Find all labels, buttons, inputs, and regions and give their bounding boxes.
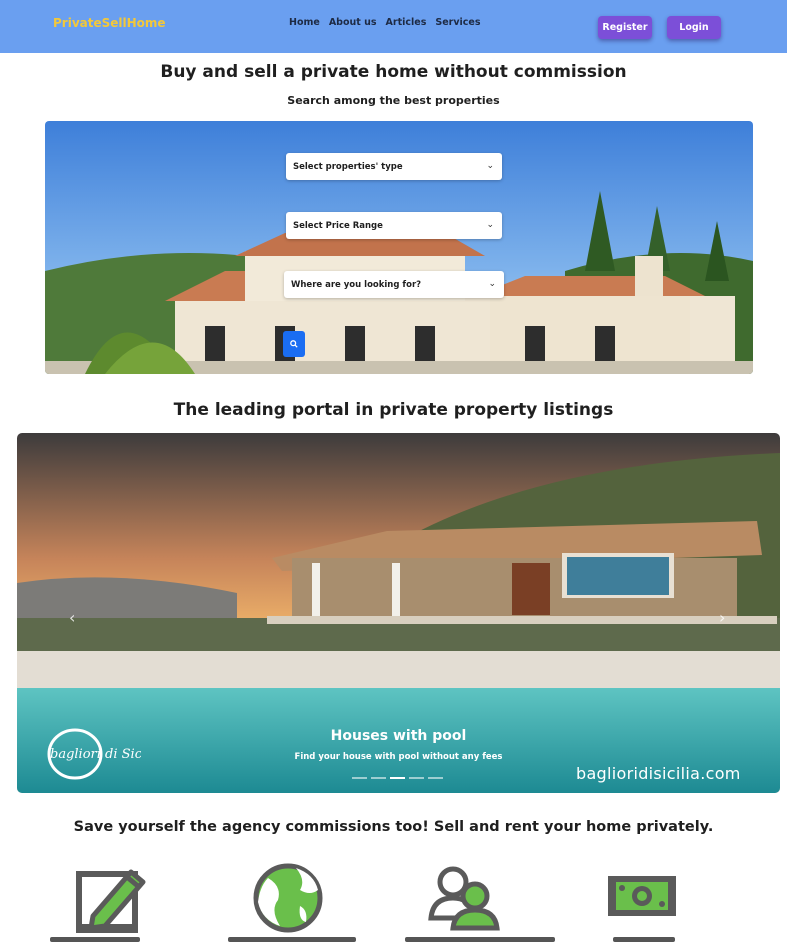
carousel-next-icon[interactable]: › <box>719 608 725 627</box>
price-range-select-label: Select Price Range <box>293 220 383 231</box>
chevron-down-icon: ⌄ <box>486 220 494 230</box>
location-select[interactable]: Where are you looking for? ⌄ <box>284 271 504 298</box>
money-icon <box>602 860 682 936</box>
carousel-indicator[interactable] <box>428 777 443 779</box>
location-select-label: Where are you looking for? <box>291 279 422 290</box>
property-type-select[interactable]: Select properties' type ⌄ <box>286 153 502 180</box>
login-button[interactable]: Login <box>667 16 721 39</box>
register-button[interactable]: Register <box>598 16 652 39</box>
portal-title: The leading portal in private property l… <box>173 400 614 420</box>
search-button[interactable] <box>283 331 305 357</box>
chevron-down-icon: ⌄ <box>488 279 496 289</box>
carousel-indicator[interactable] <box>409 777 424 779</box>
nav-services[interactable]: Services <box>435 17 480 28</box>
users-icon <box>425 860 505 936</box>
hero-search-banner: Select properties' type ⌄ Select Price R… <box>45 121 753 374</box>
feature-label <box>50 937 140 942</box>
nav-home[interactable]: Home <box>289 17 320 28</box>
listing-carousel[interactable]: ‹ › bagliori di Sicilia Houses with pool… <box>17 433 780 793</box>
page-title: Buy and sell a private home without comm… <box>160 62 627 82</box>
nav-about-us[interactable]: About us <box>329 17 377 28</box>
feature-label <box>405 937 555 942</box>
carousel-prev-icon[interactable]: ‹ <box>69 608 75 627</box>
carousel-indicator[interactable] <box>371 777 386 779</box>
carousel-caption-text: Find your house with pool without any fe… <box>294 752 503 762</box>
property-type-select-label: Select properties' type <box>293 161 403 172</box>
carousel-indicator-active[interactable] <box>390 777 405 779</box>
photo-watermark: baglioridisicilia.com <box>576 764 741 783</box>
globe-icon <box>248 860 328 936</box>
carousel-indicator[interactable] <box>352 777 367 779</box>
navbar: PrivateSellHome Home About us Articles S… <box>0 0 787 53</box>
page-subtitle: Search among the best properties <box>287 94 500 107</box>
carousel-indicators <box>352 777 443 779</box>
features-title: Save yourself the agency commissions too… <box>73 819 714 835</box>
brand-logo[interactable]: PrivateSellHome <box>53 16 166 30</box>
edit-pencil-icon <box>71 860 151 936</box>
search-icon <box>290 340 298 348</box>
nav-links: Home About us Articles Services <box>289 17 481 28</box>
feature-label <box>228 937 356 942</box>
nav-articles[interactable]: Articles <box>386 17 427 28</box>
chevron-down-icon: ⌄ <box>486 161 494 171</box>
feature-label <box>613 937 675 942</box>
carousel-caption-title: Houses with pool <box>330 728 467 744</box>
price-range-select[interactable]: Select Price Range ⌄ <box>286 212 502 239</box>
